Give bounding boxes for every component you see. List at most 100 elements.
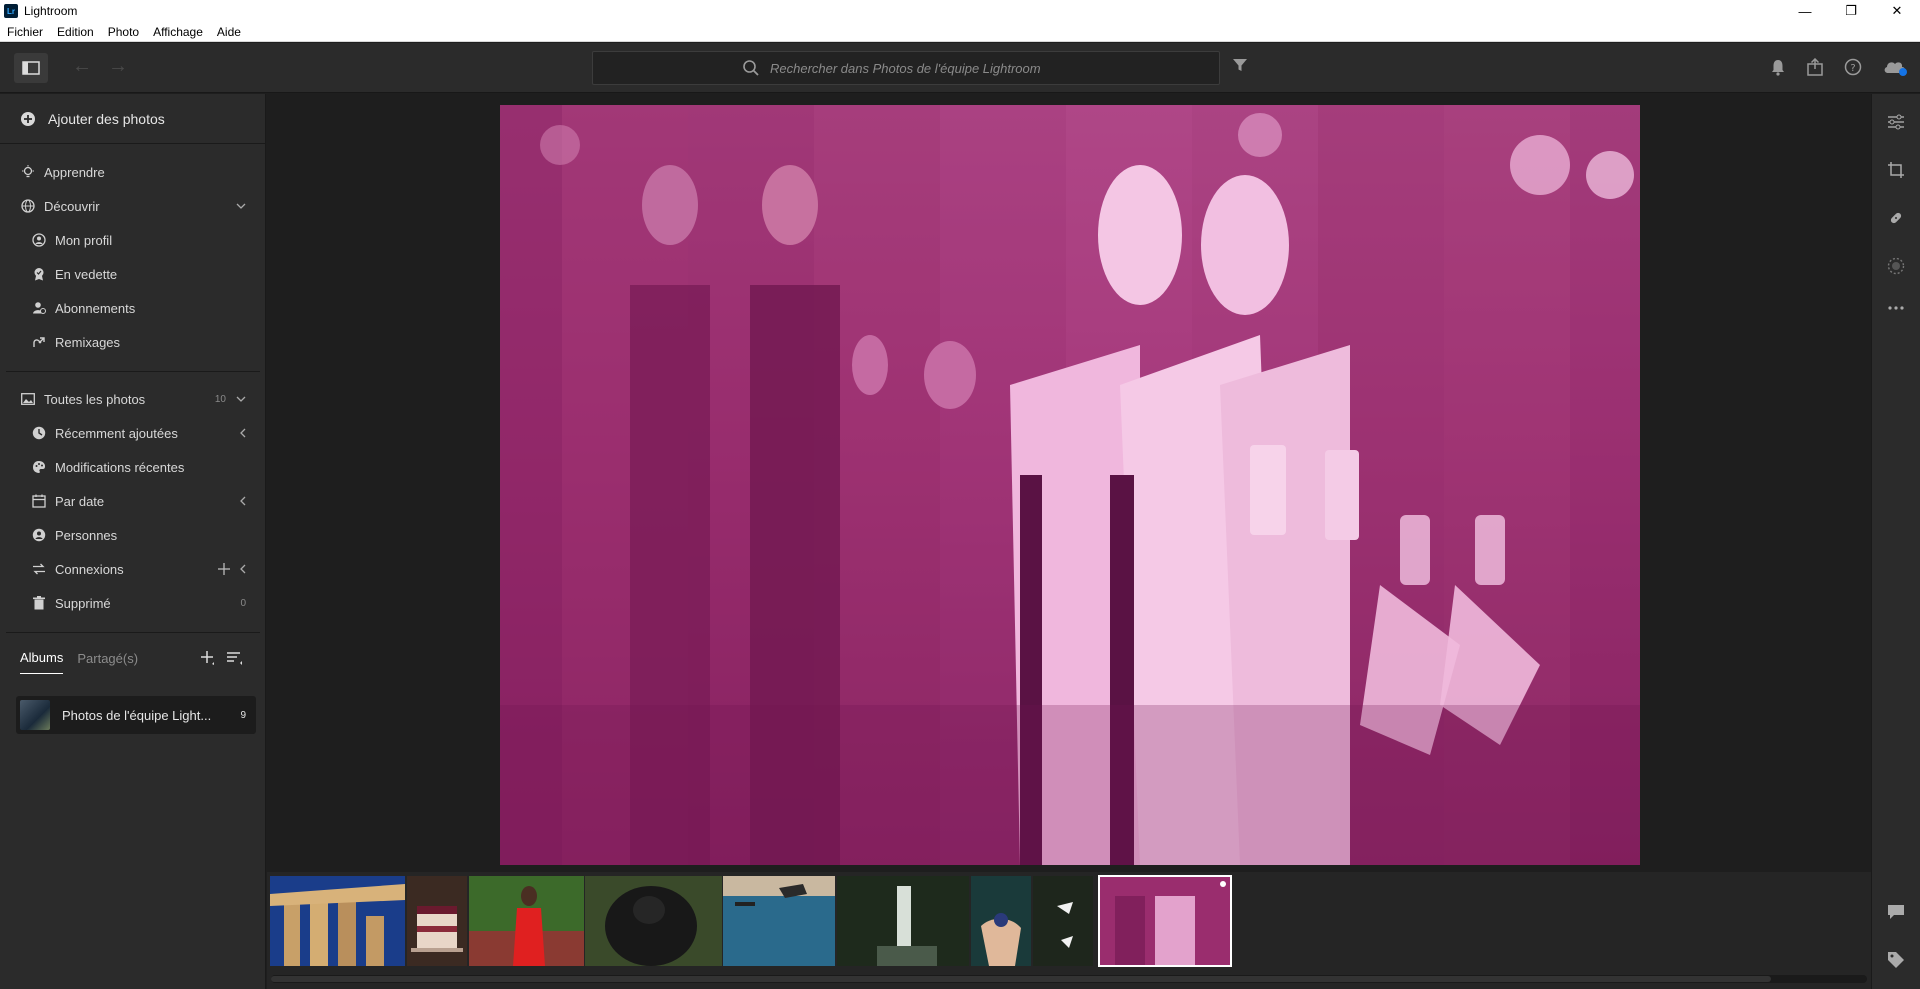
album-thumbnail bbox=[20, 700, 50, 730]
album-name: Photos de l'équipe Light... bbox=[62, 707, 212, 723]
menu-fichier[interactable]: Fichier bbox=[0, 25, 50, 39]
add-photos-label: Ajouter des photos bbox=[48, 110, 165, 127]
filmstrip bbox=[267, 872, 1871, 989]
sort-icon[interactable] bbox=[226, 650, 244, 666]
globe-icon bbox=[20, 198, 36, 214]
tab-shared[interactable]: Partagé(s) bbox=[77, 651, 138, 674]
tag-icon[interactable] bbox=[1886, 950, 1906, 970]
chevron-down-icon[interactable] bbox=[236, 203, 246, 209]
remix-icon bbox=[31, 334, 47, 350]
app-title: Lightroom bbox=[24, 4, 78, 18]
sidebar-panel-icon bbox=[22, 61, 40, 75]
chevron-left-icon[interactable] bbox=[240, 496, 246, 506]
tab-albums[interactable]: Albums bbox=[20, 650, 64, 674]
maximize-button[interactable]: ❐ bbox=[1828, 0, 1874, 22]
sidebar-item-my-profile[interactable]: Mon profil bbox=[0, 225, 266, 255]
sidebar-item-by-date[interactable]: Par date bbox=[0, 486, 266, 516]
top-toolbar: ← → ? bbox=[0, 43, 1920, 93]
forward-arrow-icon[interactable]: → bbox=[108, 55, 128, 78]
filmstrip-scrollbar-thumb[interactable] bbox=[271, 976, 1771, 982]
right-edit-toolbar bbox=[1871, 94, 1920, 989]
menu-photo[interactable]: Photo bbox=[101, 25, 146, 39]
sidebar-item-subscriptions[interactable]: Abonnements bbox=[0, 293, 266, 323]
main-photo[interactable] bbox=[500, 105, 1640, 865]
menu-edition[interactable]: Edition bbox=[50, 25, 101, 39]
follow-user-icon bbox=[31, 300, 47, 316]
menu-aide[interactable]: Aide bbox=[210, 25, 248, 39]
healing-bandage-icon[interactable] bbox=[1886, 208, 1906, 228]
sidebar-item-all-photos[interactable]: Toutes les photos 10 bbox=[0, 384, 266, 414]
filmstrip-thumbnail-waterfall-forest[interactable] bbox=[837, 876, 969, 966]
filmstrip-thumbnail-gorilla[interactable] bbox=[585, 876, 722, 966]
filmstrip-scrollbar[interactable] bbox=[271, 975, 1867, 983]
sidebar-item-label: Mon profil bbox=[55, 232, 113, 248]
sidebar-item-label: Récemment ajoutées bbox=[55, 425, 178, 441]
sidebar-item-label: Connexions bbox=[55, 561, 124, 577]
filmstrip-thumbnail-woman-red-dress[interactable] bbox=[469, 876, 584, 966]
sidebar-item-label: Personnes bbox=[55, 527, 118, 543]
chevron-down-icon[interactable] bbox=[236, 396, 246, 402]
deleted-count: 0 bbox=[240, 597, 246, 609]
sidebar-item-featured[interactable]: En vedette bbox=[0, 259, 266, 289]
album-count: 9 bbox=[240, 709, 246, 721]
masking-icon[interactable] bbox=[1886, 256, 1906, 276]
filmstrip-thumbnail-pink-people[interactable] bbox=[1098, 875, 1232, 967]
sidebar-item-people[interactable]: Personnes bbox=[0, 520, 266, 550]
search-box bbox=[592, 51, 1220, 85]
search-input[interactable] bbox=[770, 60, 1070, 76]
filmstrip-thumbnail-ocean-whale[interactable] bbox=[723, 876, 835, 966]
sidebar-item-learn[interactable]: Apprendre bbox=[0, 157, 266, 187]
minimize-button[interactable]: — bbox=[1782, 0, 1828, 22]
award-icon bbox=[31, 266, 47, 282]
person-icon bbox=[31, 527, 47, 543]
cloud-sync-icon[interactable] bbox=[1882, 57, 1908, 77]
add-photos-button[interactable]: Ajouter des photos bbox=[0, 94, 266, 144]
comment-icon[interactable] bbox=[1886, 902, 1906, 922]
sidebar-item-discover[interactable]: Découvrir bbox=[0, 191, 266, 221]
sidebar-item-label: Apprendre bbox=[44, 164, 105, 180]
svg-text:?: ? bbox=[1850, 63, 1855, 74]
title-bar: Lr Lightroom — ❐ ✕ bbox=[0, 0, 1920, 22]
sidebar-item-label: Abonnements bbox=[55, 300, 136, 316]
all-photos-count-area: 10 bbox=[215, 394, 246, 405]
share-icon[interactable] bbox=[1806, 58, 1824, 76]
help-icon[interactable]: ? bbox=[1844, 58, 1862, 76]
all-photos-count: 10 bbox=[214, 393, 226, 405]
sidebar-item-label: En vedette bbox=[55, 266, 118, 282]
clock-icon bbox=[31, 425, 47, 441]
sidebar-divider bbox=[6, 632, 260, 633]
sidebar-item-label: Modifications récentes bbox=[55, 459, 185, 475]
menu-affichage[interactable]: Affichage bbox=[146, 25, 210, 39]
calendar-icon bbox=[31, 493, 47, 509]
sidebar-item-recent-edits[interactable]: Modifications récentes bbox=[0, 452, 266, 482]
lightroom-logo-icon: Lr bbox=[4, 4, 18, 18]
add-album-icon[interactable] bbox=[200, 650, 216, 666]
filmstrip-thumbnail-berry-cake[interactable] bbox=[407, 876, 467, 966]
panel-toggle-button[interactable] bbox=[14, 53, 48, 83]
palette-icon bbox=[31, 459, 47, 475]
filmstrip-thumbnail-greek-columns[interactable] bbox=[270, 876, 405, 966]
connections-actions bbox=[218, 563, 246, 575]
edit-sliders-icon[interactable] bbox=[1886, 112, 1906, 132]
add-icon[interactable] bbox=[218, 563, 230, 575]
bell-icon[interactable] bbox=[1770, 58, 1786, 76]
back-arrow-icon[interactable]: ← bbox=[72, 55, 92, 78]
close-button[interactable]: ✕ bbox=[1874, 0, 1920, 22]
connections-icon bbox=[31, 561, 47, 577]
filter-icon[interactable] bbox=[1232, 57, 1248, 73]
sidebar-item-label: Découvrir bbox=[44, 198, 100, 214]
crop-icon[interactable] bbox=[1886, 160, 1906, 180]
sidebar-item-connections[interactable]: Connexions bbox=[0, 554, 266, 584]
album-item[interactable]: Photos de l'équipe Light... 9 bbox=[16, 696, 256, 734]
more-options-icon[interactable] bbox=[1886, 298, 1906, 318]
sidebar-item-recently-added[interactable]: Récemment ajoutées bbox=[0, 418, 266, 448]
sidebar-item-remixes[interactable]: Remixages bbox=[0, 327, 266, 357]
chevron-left-icon[interactable] bbox=[240, 564, 246, 574]
chevron-left-icon[interactable] bbox=[240, 428, 246, 438]
filmstrip-thumbnail-hand-blueberries[interactable] bbox=[971, 876, 1031, 966]
main-photo-view bbox=[267, 94, 1871, 872]
filmstrip-thumbnail-white-flowers[interactable] bbox=[1033, 876, 1093, 966]
search-icon bbox=[743, 60, 759, 76]
top-right-icons: ? bbox=[1770, 57, 1908, 77]
sidebar-item-deleted[interactable]: Supprimé 0 bbox=[0, 588, 266, 618]
